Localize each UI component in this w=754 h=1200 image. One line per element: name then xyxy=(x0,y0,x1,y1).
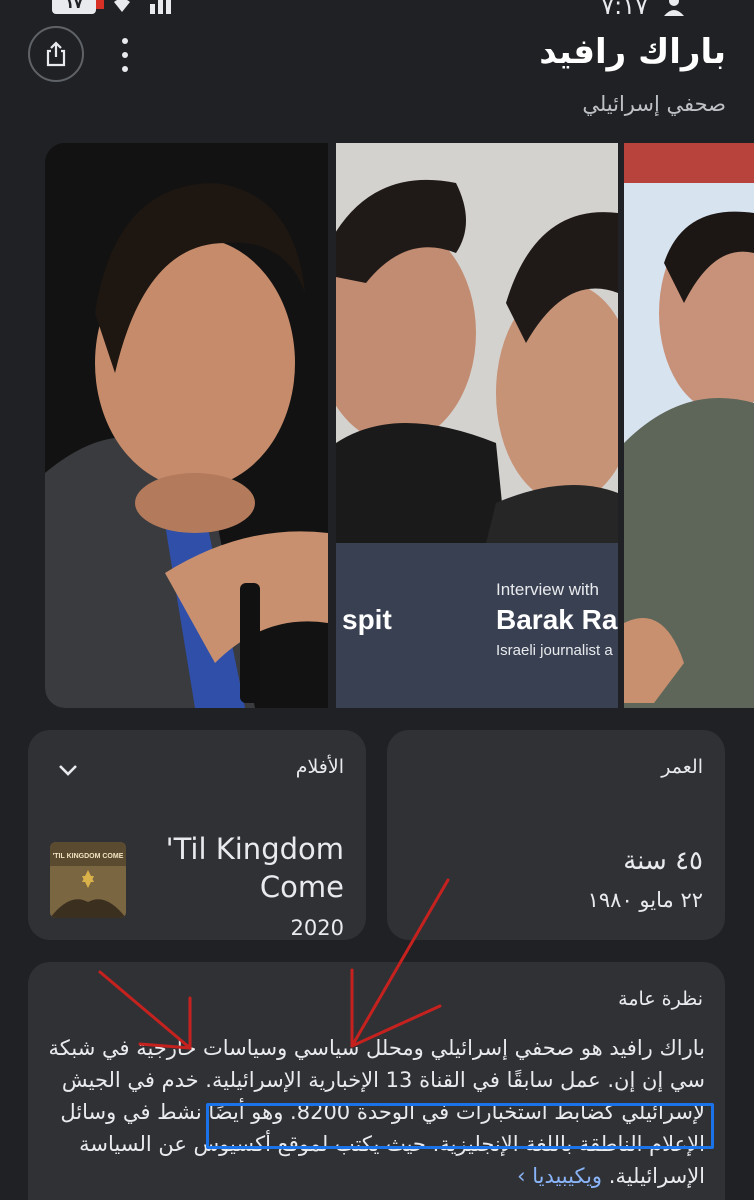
gallery-photo-1[interactable] xyxy=(45,143,328,708)
overview-card: نظرة عامة باراك رافيد هو صحفي إسرائيلي و… xyxy=(28,962,725,1200)
films-label: الأفلام xyxy=(295,756,344,778)
age-card[interactable]: العمر ٤٥ سنة ٢٢ مايو ١٩٨٠ xyxy=(387,730,725,940)
age-value: ٤٥ سنة xyxy=(623,846,703,876)
overview-text: باراك رافيد هو صحفي إسرائيلي ومحلل سياسي… xyxy=(45,1032,705,1192)
overview-body: باراك رافيد هو صحفي إسرائيلي ومحلل سياسي… xyxy=(48,1036,705,1188)
poster-title: 'TIL KINGDOM COME xyxy=(53,853,124,860)
wikipedia-link-label: ويكيبيديا xyxy=(532,1164,603,1188)
share-icon xyxy=(46,41,66,67)
status-bar: ١٧ ٧:١٧ xyxy=(0,0,754,20)
birth-date: ٢٢ مايو ١٩٨٠ xyxy=(587,888,703,912)
movie-poster[interactable]: 'TIL KINGDOM COME xyxy=(50,842,126,918)
age-label: العمر xyxy=(661,756,703,778)
wikipedia-link[interactable]: ويكيبيديا › xyxy=(517,1164,602,1188)
caption-sub: Israeli journalist a xyxy=(496,642,613,659)
movie-year: 2020 xyxy=(290,916,344,940)
films-card[interactable]: الأفلام 'TIL KINGDOM COME 'Til Kingdom C… xyxy=(28,730,366,940)
battery-icon: ١٧ xyxy=(52,0,104,14)
caption-left: spit xyxy=(342,604,392,635)
entity-title: باراك رافيد xyxy=(539,32,726,72)
movie-title[interactable]: 'Til Kingdom Come xyxy=(144,830,344,906)
image-gallery[interactable]: Interview with Barak Ra Israeli journali… xyxy=(45,143,754,708)
gallery-photo-3[interactable] xyxy=(624,143,754,708)
caption-big: Barak Ra xyxy=(496,604,618,635)
overview-label: نظرة عامة xyxy=(618,988,703,1010)
clock: ٧:١٧ xyxy=(601,0,648,20)
caption-small: Interview with xyxy=(496,580,599,599)
chevron-down-icon[interactable] xyxy=(56,758,80,782)
wifi-icon xyxy=(114,0,130,12)
gallery-photo-2[interactable]: Interview with Barak Ra Israeli journali… xyxy=(336,143,618,708)
entity-subtitle: صحفي إسرائيلي xyxy=(582,92,726,116)
share-button[interactable] xyxy=(28,26,84,82)
person-icon xyxy=(664,0,684,16)
more-vert-icon xyxy=(122,38,128,44)
more-options-button[interactable] xyxy=(110,38,140,72)
chevron-right-icon: › xyxy=(517,1164,526,1188)
signal-icon xyxy=(150,0,171,14)
